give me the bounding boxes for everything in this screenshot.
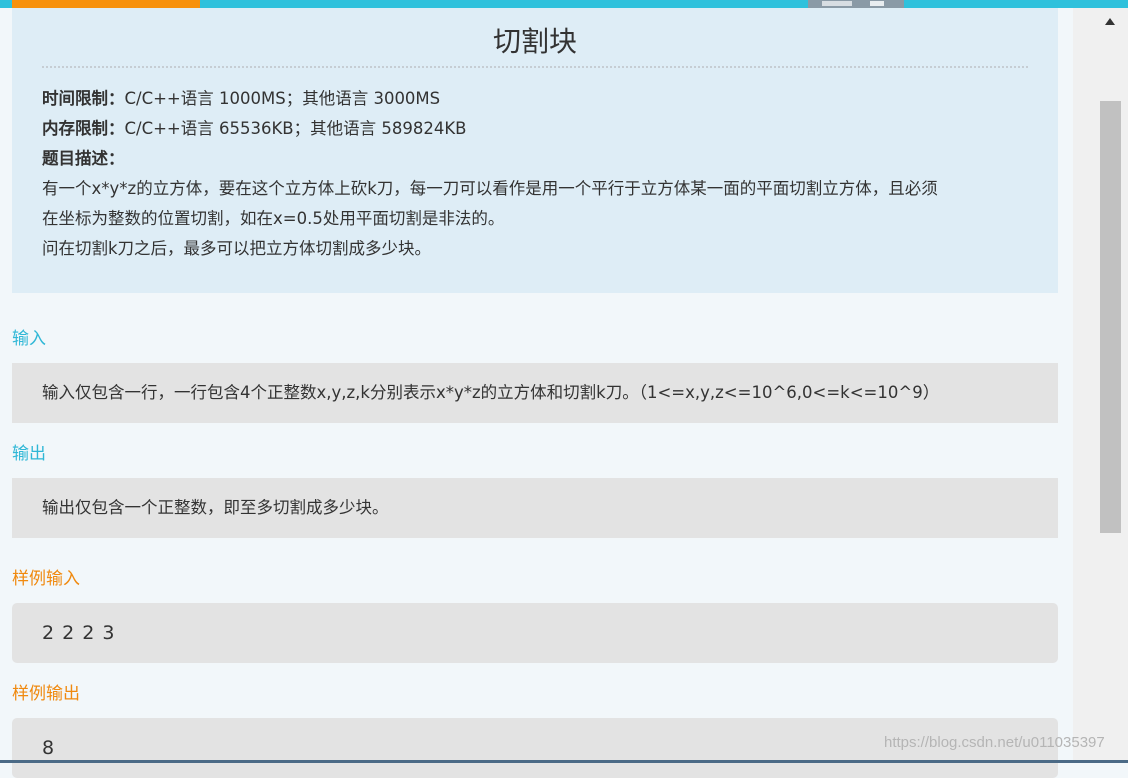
active-tab-indicator[interactable] bbox=[12, 0, 200, 8]
watermark-text: https://blog.csdn.net/u011035397 bbox=[884, 734, 1105, 751]
scroll-up-arrow-icon[interactable] bbox=[1105, 18, 1115, 25]
output-section-label: 输出 bbox=[12, 444, 46, 464]
top-accent-bar bbox=[0, 0, 1128, 8]
vertical-scrollbar[interactable] bbox=[1073, 8, 1128, 763]
time-limit-value: C/C++语言 1000MS；其他语言 3000MS bbox=[124, 89, 441, 108]
description-label: 题目描述： bbox=[42, 149, 125, 168]
description-line: 在坐标为整数的位置切割，如在x=0.5处用平面切割是非法的。 bbox=[42, 209, 505, 228]
header-thumbnail bbox=[808, 0, 904, 8]
problem-description: 有一个x*y*z的立方体，要在这个立方体上砍k刀，每一刀可以看作是用一个平行于立… bbox=[42, 174, 1032, 264]
memory-limit-label: 内存限制： bbox=[42, 119, 125, 138]
sample-input-box: 2 2 2 3 bbox=[12, 603, 1058, 663]
scrollbar-thumb[interactable] bbox=[1100, 101, 1121, 533]
problem-panel: 切割块 时间限制：C/C++语言 1000MS；其他语言 3000MS 内存限制… bbox=[12, 8, 1058, 293]
input-section-label: 输入 bbox=[12, 329, 46, 349]
output-description-box: 输出仅包含一个正整数，即至多切割成多少块。 bbox=[12, 478, 1058, 538]
title-divider bbox=[42, 66, 1028, 68]
description-heading: 题目描述： bbox=[42, 144, 125, 174]
memory-limit-value: C/C++语言 65536KB；其他语言 589824KB bbox=[124, 119, 467, 138]
sample-output-label: 样例输出 bbox=[12, 684, 80, 704]
time-limit: 时间限制：C/C++语言 1000MS；其他语言 3000MS bbox=[42, 84, 440, 114]
problem-title: 切割块 bbox=[492, 25, 577, 58]
input-description-box: 输入仅包含一行，一行包含4个正整数x,y,z,k分别表示x*y*z的立方体和切割… bbox=[12, 363, 1058, 423]
sample-input-label: 样例输入 bbox=[12, 569, 80, 589]
time-limit-label: 时间限制： bbox=[42, 89, 125, 108]
memory-limit: 内存限制：C/C++语言 65536KB；其他语言 589824KB bbox=[42, 114, 467, 144]
description-line: 问在切割k刀之后，最多可以把立方体切割成多少块。 bbox=[42, 239, 432, 258]
description-line: 有一个x*y*z的立方体，要在这个立方体上砍k刀，每一刀可以看作是用一个平行于立… bbox=[42, 179, 938, 198]
